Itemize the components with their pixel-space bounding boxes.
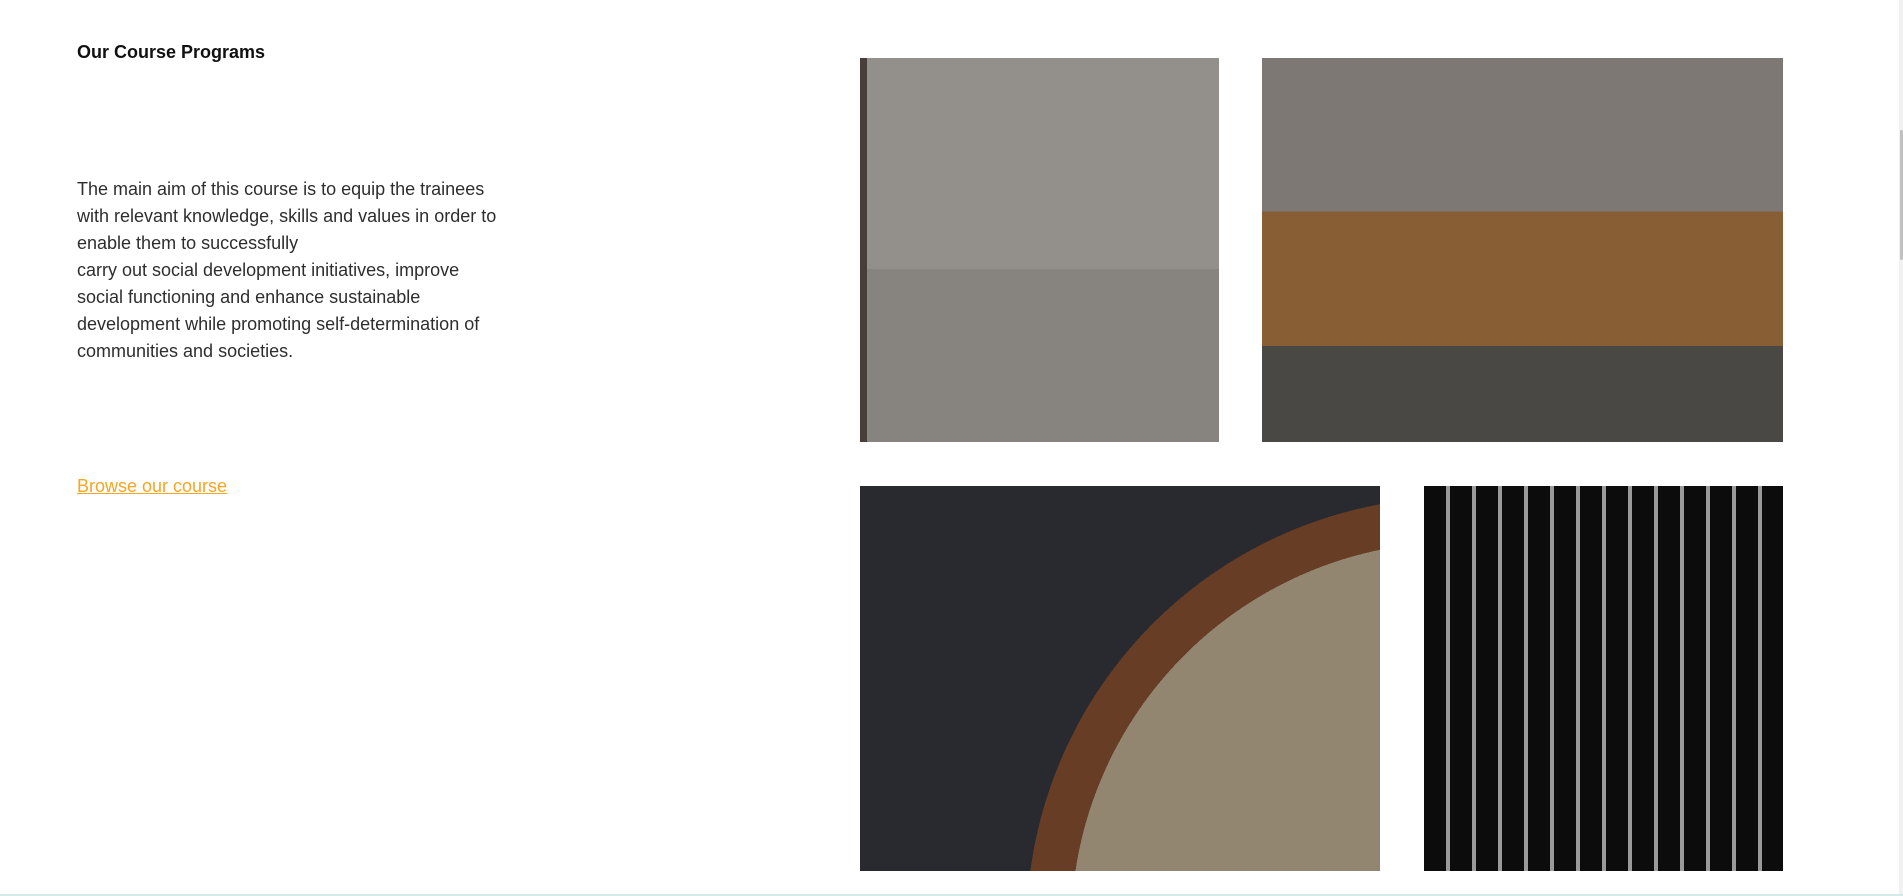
photo-waiter-plate: [1424, 486, 1783, 871]
photo-laptop-meeting: [860, 58, 1219, 442]
description-line-6: development while promoting self-determi…: [77, 314, 480, 334]
photo-overlay: [1424, 486, 1783, 871]
photo-globe-map: [860, 486, 1380, 871]
course-programs-section: Our Course Programs The main aim of this…: [0, 0, 1903, 896]
photo-overlay: [860, 58, 1219, 442]
photo-team-discussion: [1262, 58, 1783, 442]
description-line-5: social functioning and enhance sustainab…: [77, 287, 421, 307]
description-line-1: The main aim of this course is to equip …: [77, 179, 485, 199]
description-line-3: enable them to successfully: [77, 233, 299, 253]
browse-course-link[interactable]: Browse our course: [77, 476, 227, 497]
course-description: The main aim of this course is to equip …: [77, 176, 517, 365]
section-title: Our Course Programs: [77, 42, 266, 62]
scrollbar[interactable]: [1899, 0, 1903, 896]
description-line-4: carry out social development initiatives…: [77, 260, 460, 280]
photo-overlay: [1262, 58, 1783, 442]
description-line-2: with relevant knowledge, skills and valu…: [77, 206, 497, 226]
photo-overlay: [860, 486, 1380, 871]
description-line-7: communities and societies.: [77, 341, 294, 361]
